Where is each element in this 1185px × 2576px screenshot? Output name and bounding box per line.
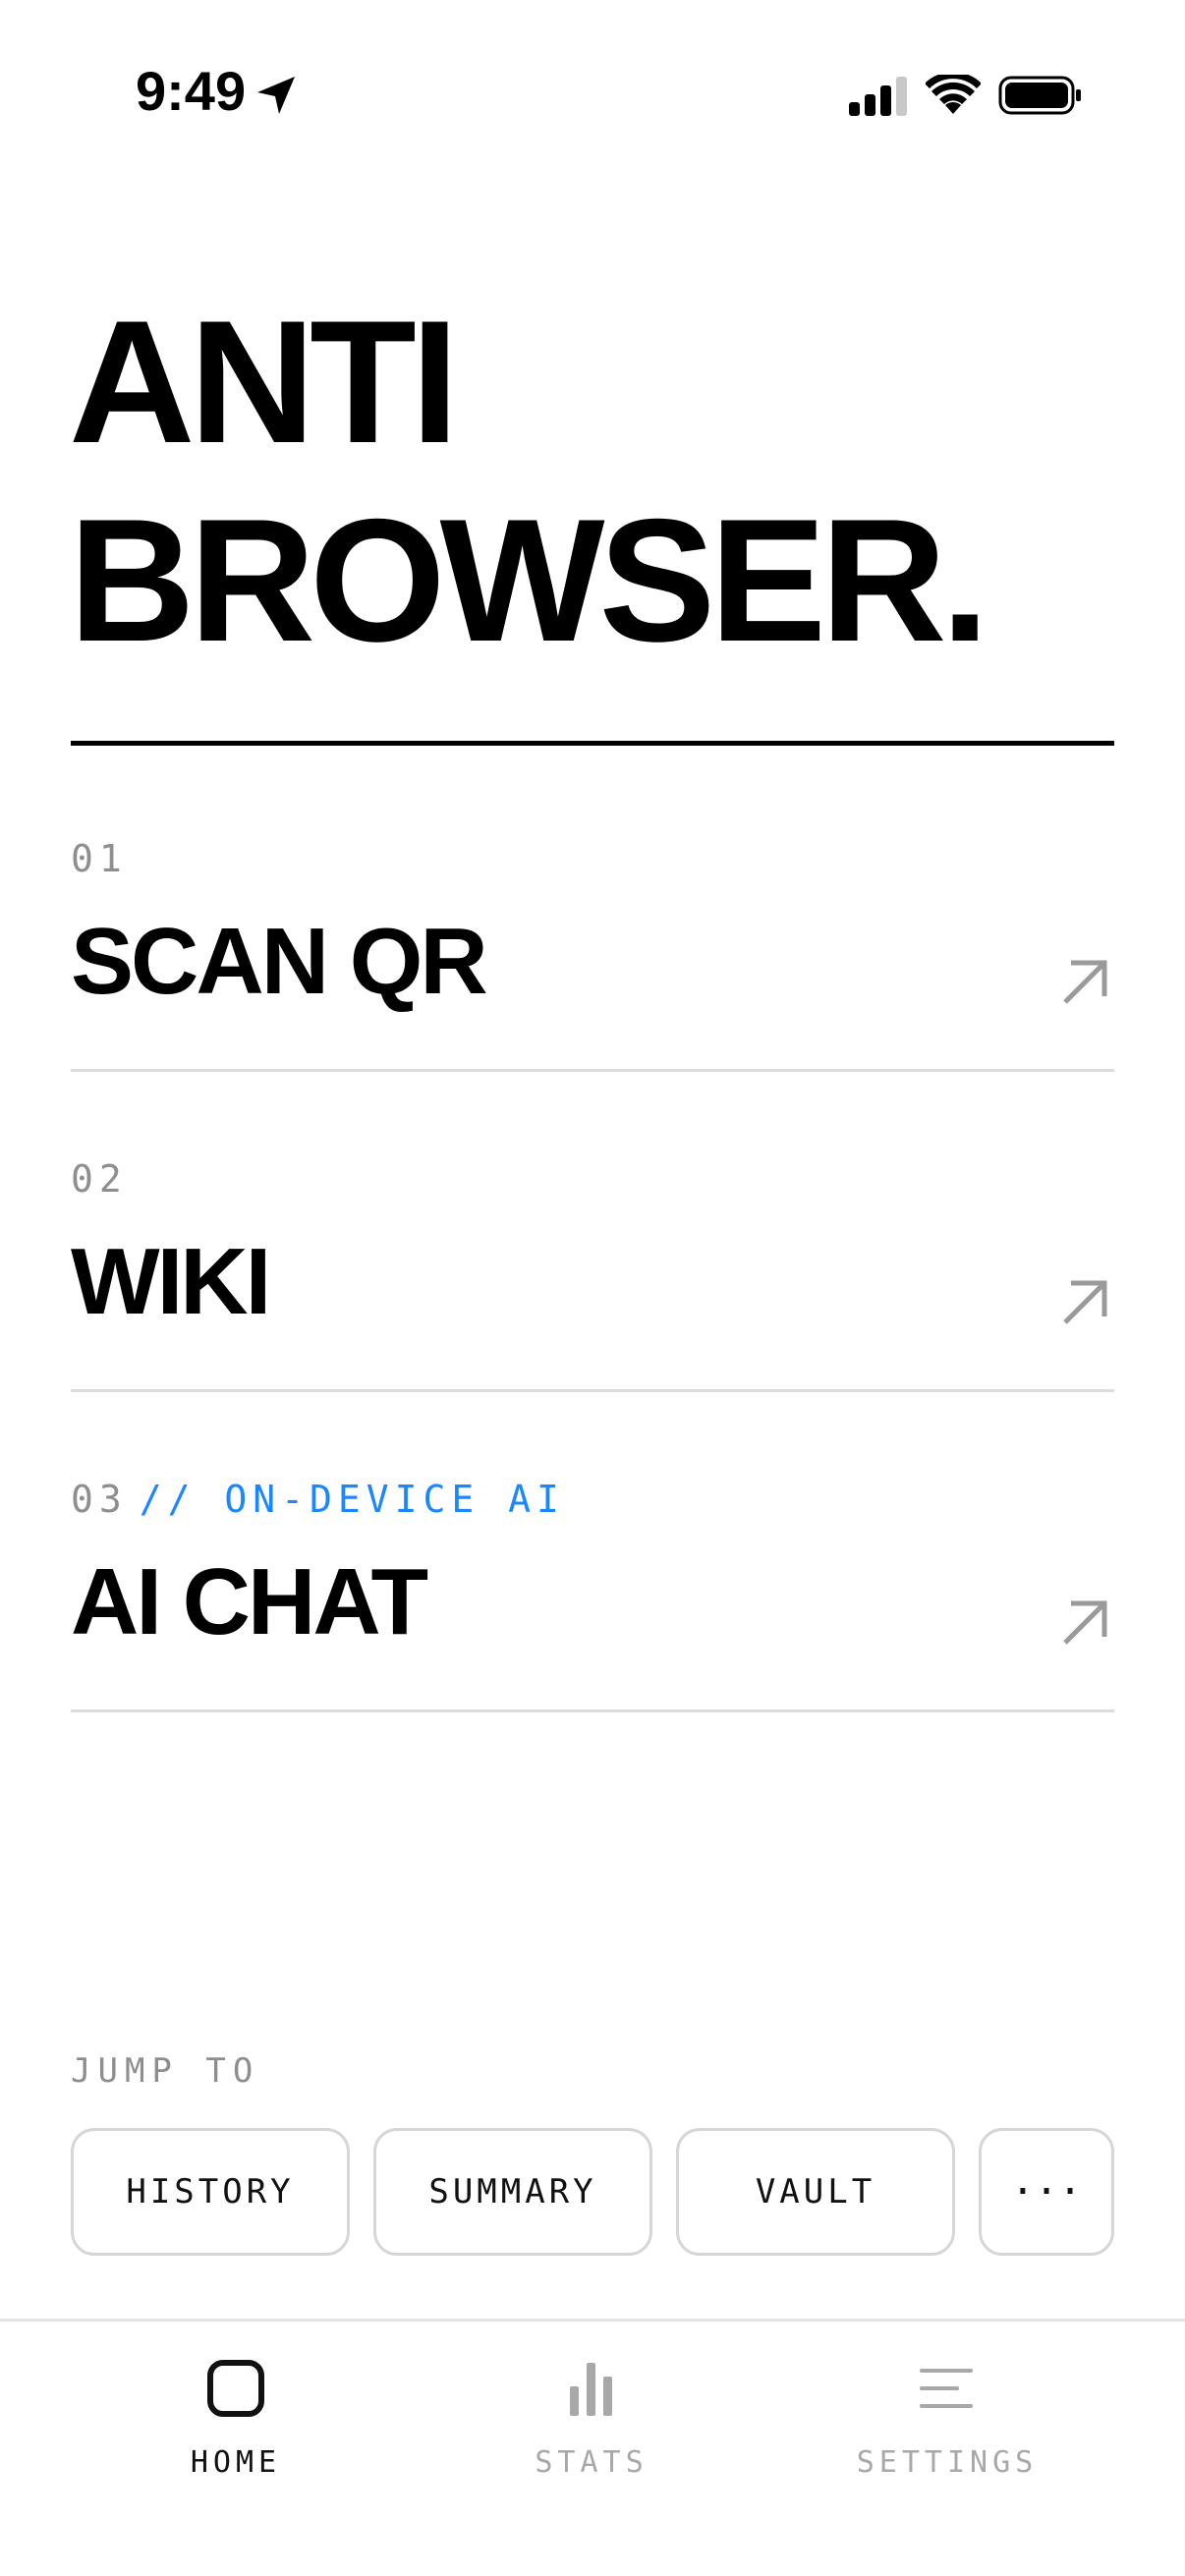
- menu-item-number: 03// ON-DEVICE AI: [71, 1478, 565, 1521]
- status-bar: 9:49: [0, 0, 1185, 187]
- menu-item-number: 01: [71, 837, 128, 880]
- arrow-up-right-icon: [1063, 1600, 1107, 1645]
- tab-label: SETTINGS: [856, 2445, 1039, 2480]
- menu-item-number: 02: [71, 1157, 128, 1201]
- summary-button[interactable]: SUMMARY: [373, 2128, 652, 2256]
- battery-icon: [998, 76, 1081, 115]
- home-square-icon: [207, 2360, 264, 2417]
- tab-label: STATS: [535, 2445, 649, 2480]
- arrow-up-right-icon: [1063, 1280, 1107, 1324]
- tab-settings[interactable]: SETTINGS: [800, 2355, 1095, 2502]
- menu-item-scan-qr[interactable]: 01 SCAN QR: [71, 749, 1114, 1072]
- title-divider: [71, 741, 1114, 746]
- on-device-ai-tag: // ON-DEVICE AI: [139, 1478, 565, 1521]
- history-button[interactable]: HISTORY: [71, 2128, 350, 2256]
- vault-button[interactable]: VAULT: [676, 2128, 955, 2256]
- tab-stats[interactable]: STATS: [444, 2355, 739, 2502]
- wifi-icon: [926, 75, 981, 114]
- menu-item-label: WIKI: [71, 1229, 271, 1334]
- app-title-line-2: BROWSER.: [69, 482, 989, 678]
- tab-label: HOME: [190, 2445, 282, 2480]
- location-arrow-icon: [257, 77, 295, 114]
- status-time: 9:49: [136, 60, 247, 122]
- cellular-signal-icon: [849, 77, 907, 116]
- menu-item-ai-chat[interactable]: 03// ON-DEVICE AI AI CHAT: [71, 1389, 1114, 1712]
- app-title: ANTI BROWSER.: [69, 283, 989, 680]
- bar-chart-icon: [570, 2363, 612, 2416]
- arrow-up-right-icon: [1063, 960, 1107, 1004]
- jump-to-buttons: HISTORY SUMMARY VAULT ···: [71, 2128, 1114, 2260]
- more-button[interactable]: ···: [979, 2128, 1114, 2256]
- tab-home[interactable]: HOME: [88, 2355, 383, 2502]
- menu-item-label: AI CHAT: [71, 1549, 428, 1654]
- jump-to-heading: JUMP TO: [71, 2051, 260, 2091]
- app-title-line-1: ANTI: [69, 284, 459, 479]
- menu-item-label: SCAN QR: [71, 909, 488, 1014]
- menu-lines-icon: [920, 2369, 973, 2408]
- menu-item-wiki[interactable]: 02 WIKI: [71, 1069, 1114, 1392]
- tab-bar: HOME STATS SETTINGS: [0, 2319, 1185, 2576]
